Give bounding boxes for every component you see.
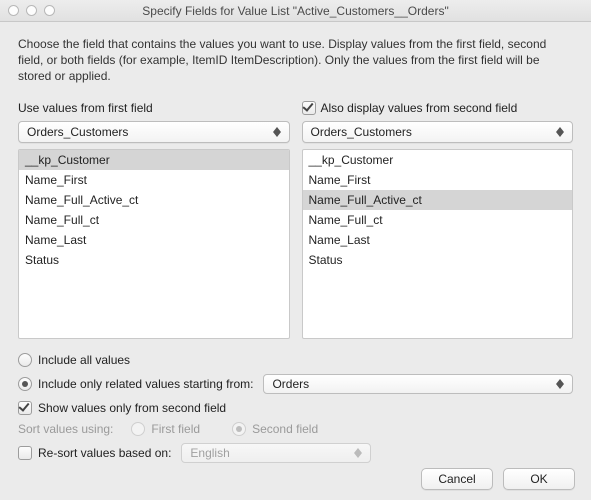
updown-icon (552, 376, 568, 392)
list-item[interactable]: Name_Full_Active_ct (19, 190, 289, 210)
list-item[interactable]: Name_Full_Active_ct (303, 190, 573, 210)
show-second-only-label: Show values only from second field (38, 401, 226, 415)
list-item[interactable]: Name_Last (303, 230, 573, 250)
include-all-label: Include all values (38, 353, 130, 367)
second-field-checkbox-label: Also display values from second field (321, 101, 518, 115)
first-field-header: Use values from first field (18, 99, 290, 117)
instructions-text: Choose the field that contains the value… (18, 36, 573, 85)
list-item[interactable]: __kp_Customer (19, 150, 289, 170)
sort-first-label: First field (151, 422, 200, 436)
second-field-listbox[interactable]: __kp_CustomerName_FirstName_Full_Active_… (302, 149, 574, 339)
second-field-table-value: Orders_Customers (311, 125, 412, 139)
window-title: Specify Fields for Value List "Active_Cu… (0, 4, 591, 18)
include-related-radio[interactable] (18, 377, 32, 391)
close-icon[interactable] (8, 5, 19, 16)
updown-icon (269, 124, 285, 140)
include-related-label: Include only related values starting fro… (38, 377, 253, 391)
resort-checkbox[interactable] (18, 446, 32, 460)
first-field-table-value: Orders_Customers (27, 125, 128, 139)
traffic-lights (0, 5, 55, 16)
first-field-listbox[interactable]: __kp_CustomerName_FirstName_Full_Active_… (18, 149, 290, 339)
ok-button[interactable]: OK (503, 468, 575, 490)
resort-language-value: English (190, 446, 229, 460)
list-item[interactable]: __kp_Customer (303, 150, 573, 170)
first-field-table-dropdown[interactable]: Orders_Customers (18, 121, 290, 143)
sort-using-label: Sort values using: (18, 422, 113, 436)
list-item[interactable]: Name_First (303, 170, 573, 190)
updown-icon (552, 124, 568, 140)
resort-label: Re-sort values based on: (38, 446, 171, 460)
list-item[interactable]: Name_Last (19, 230, 289, 250)
resort-language-dropdown: English (181, 443, 371, 463)
list-item[interactable]: Name_First (19, 170, 289, 190)
include-all-radio[interactable] (18, 353, 32, 367)
list-item[interactable]: Name_Full_ct (19, 210, 289, 230)
minimize-icon[interactable] (26, 5, 37, 16)
second-field-table-dropdown[interactable]: Orders_Customers (302, 121, 574, 143)
show-second-only-checkbox[interactable] (18, 401, 32, 415)
sort-first-radio (131, 422, 145, 436)
sort-second-label: Second field (252, 422, 318, 436)
window-titlebar: Specify Fields for Value List "Active_Cu… (0, 0, 591, 22)
list-item[interactable]: Status (19, 250, 289, 270)
include-related-value: Orders (272, 377, 309, 391)
second-field-checkbox[interactable] (302, 101, 316, 115)
list-item[interactable]: Status (303, 250, 573, 270)
zoom-icon[interactable] (44, 5, 55, 16)
sort-second-radio (232, 422, 246, 436)
cancel-button[interactable]: Cancel (421, 468, 493, 490)
list-item[interactable]: Name_Full_ct (303, 210, 573, 230)
include-related-dropdown[interactable]: Orders (263, 374, 573, 394)
updown-icon (350, 445, 366, 461)
